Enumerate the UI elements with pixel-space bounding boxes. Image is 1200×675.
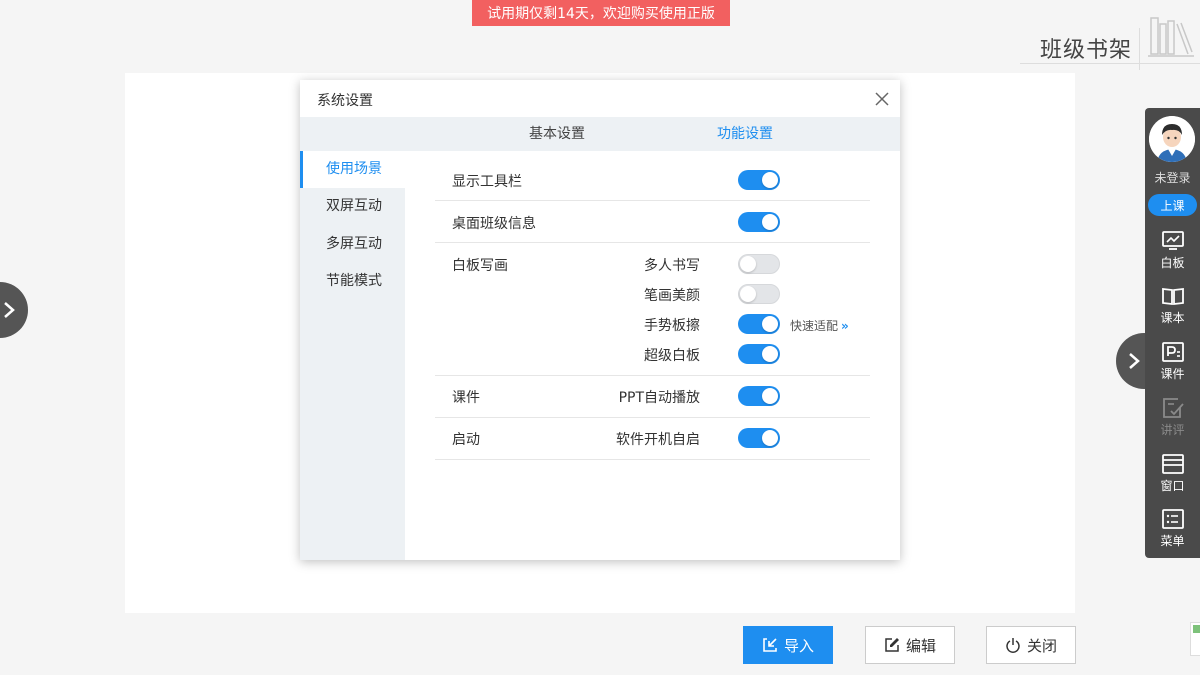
setting-label-startup: 启动 [452,432,480,448]
close-label: 关闭 [1026,636,1057,655]
toggle-show-toolbar[interactable] [738,170,780,190]
setting-label-stroke-beauty: 笔画美颜 [644,288,700,304]
toggle-gesture-erase[interactable] [738,314,780,334]
power-icon [1006,638,1020,653]
divider [435,417,870,418]
toggle-stroke-beauty[interactable] [738,284,780,304]
toolbar-whiteboard[interactable]: 白板 [1145,230,1200,280]
toolbar-label: 窗口 [1160,479,1185,493]
tab-function-settings[interactable]: 功能设置 [717,117,773,151]
toolbar-label: 课本 [1160,311,1185,325]
toolbar-label: 白板 [1160,256,1185,270]
toggle-autostart[interactable] [738,428,780,448]
avatar-icon [1149,116,1195,162]
start-class-button[interactable]: 上课 [1148,194,1197,216]
toolbar-menu[interactable]: 菜单 [1145,508,1200,558]
edit-label: 编辑 [905,636,936,655]
window-icon [1161,454,1184,474]
sidebar-item-dual-screen[interactable]: 双屏互动 [300,188,405,225]
divider [435,459,870,460]
setting-label-super-board: 超级白板 [644,348,700,364]
trial-banner[interactable]: 试用期仅剩14天，欢迎购买使用正版 [472,0,730,26]
edit-icon [885,638,899,652]
courseware-icon [1161,342,1184,362]
sidebar-item-usage-scene[interactable]: 使用场景 [300,151,405,188]
edit-button[interactable]: 编辑 [865,626,955,664]
toggle-multi-write[interactable] [738,254,780,274]
review-icon [1162,398,1184,418]
book-icon [1161,287,1184,306]
whiteboard-icon [1161,231,1184,250]
divider [435,200,870,201]
toggle-ppt-autoplay[interactable] [738,386,780,406]
settings-tabbar: 基本设置 功能设置 [300,117,900,151]
chevron-right-icon [4,302,15,318]
toggle-super-board[interactable] [738,344,780,364]
title-divider [1020,63,1200,64]
setting-label-autostart: 软件开机自启 [616,432,700,448]
toolbar-window[interactable]: 窗口 [1145,453,1200,503]
toggle-desktop-class-info[interactable] [738,212,780,232]
user-avatar[interactable] [1149,116,1195,162]
import-icon [763,638,777,652]
right-toolbar: 未登录 上课 白板 课本 课件 讲评 窗口 菜单 [1145,108,1200,558]
shelf-title: 班级书架 [1040,38,1133,63]
setting-label-gesture-erase: 手势板擦 [644,318,700,334]
toolbar-label: 课件 [1160,367,1185,381]
sidebar-item-multi-screen[interactable]: 多屏互动 [300,226,405,263]
setting-label-multi-write: 多人书写 [644,258,700,274]
bookshelf-icon[interactable] [1148,14,1194,60]
divider [435,375,870,376]
left-expand-button[interactable] [0,282,28,338]
toolbar-label: 菜单 [1160,534,1185,548]
double-chevron-right-icon: » [841,319,849,333]
quick-adapt-link[interactable]: 快速适配» [790,317,849,334]
close-icon[interactable] [873,90,891,108]
divider [435,242,870,243]
import-label: 导入 [783,636,814,655]
chevron-right-icon [1129,353,1140,369]
close-button[interactable]: 关闭 [986,626,1076,664]
title-separator [1139,28,1140,70]
system-settings-dialog: 系统设置 基本设置 功能设置 使用场景 双屏互动 多屏互动 节能模式 显示工具栏… [300,80,900,560]
toolbar-review[interactable]: 讲评 [1145,397,1200,447]
sidebar-item-power-saving[interactable]: 节能模式 [300,263,405,300]
setting-label-ppt-autoplay: PPT自动播放 [618,390,700,406]
quick-adapt-label: 快速适配 [790,319,839,333]
import-button[interactable]: 导入 [743,626,833,664]
toolbar-courseware[interactable]: 课件 [1145,341,1200,391]
setting-label-whiteboard: 白板写画 [452,258,508,274]
setting-label-desktop-class-info: 桌面班级信息 [452,216,536,232]
setting-label-courseware: 课件 [452,390,480,406]
tab-basic-settings[interactable]: 基本设置 [529,117,585,151]
login-status[interactable]: 未登录 [1145,169,1200,186]
settings-sidebar: 使用场景 双屏互动 多屏互动 节能模式 [300,151,405,560]
setting-label-show-toolbar: 显示工具栏 [452,174,522,190]
dialog-title: 系统设置 [317,93,373,109]
corner-widget[interactable] [1190,622,1200,656]
toolbar-label: 讲评 [1160,423,1185,437]
toolbar-textbook[interactable]: 课本 [1145,285,1200,335]
menu-icon [1161,509,1184,529]
